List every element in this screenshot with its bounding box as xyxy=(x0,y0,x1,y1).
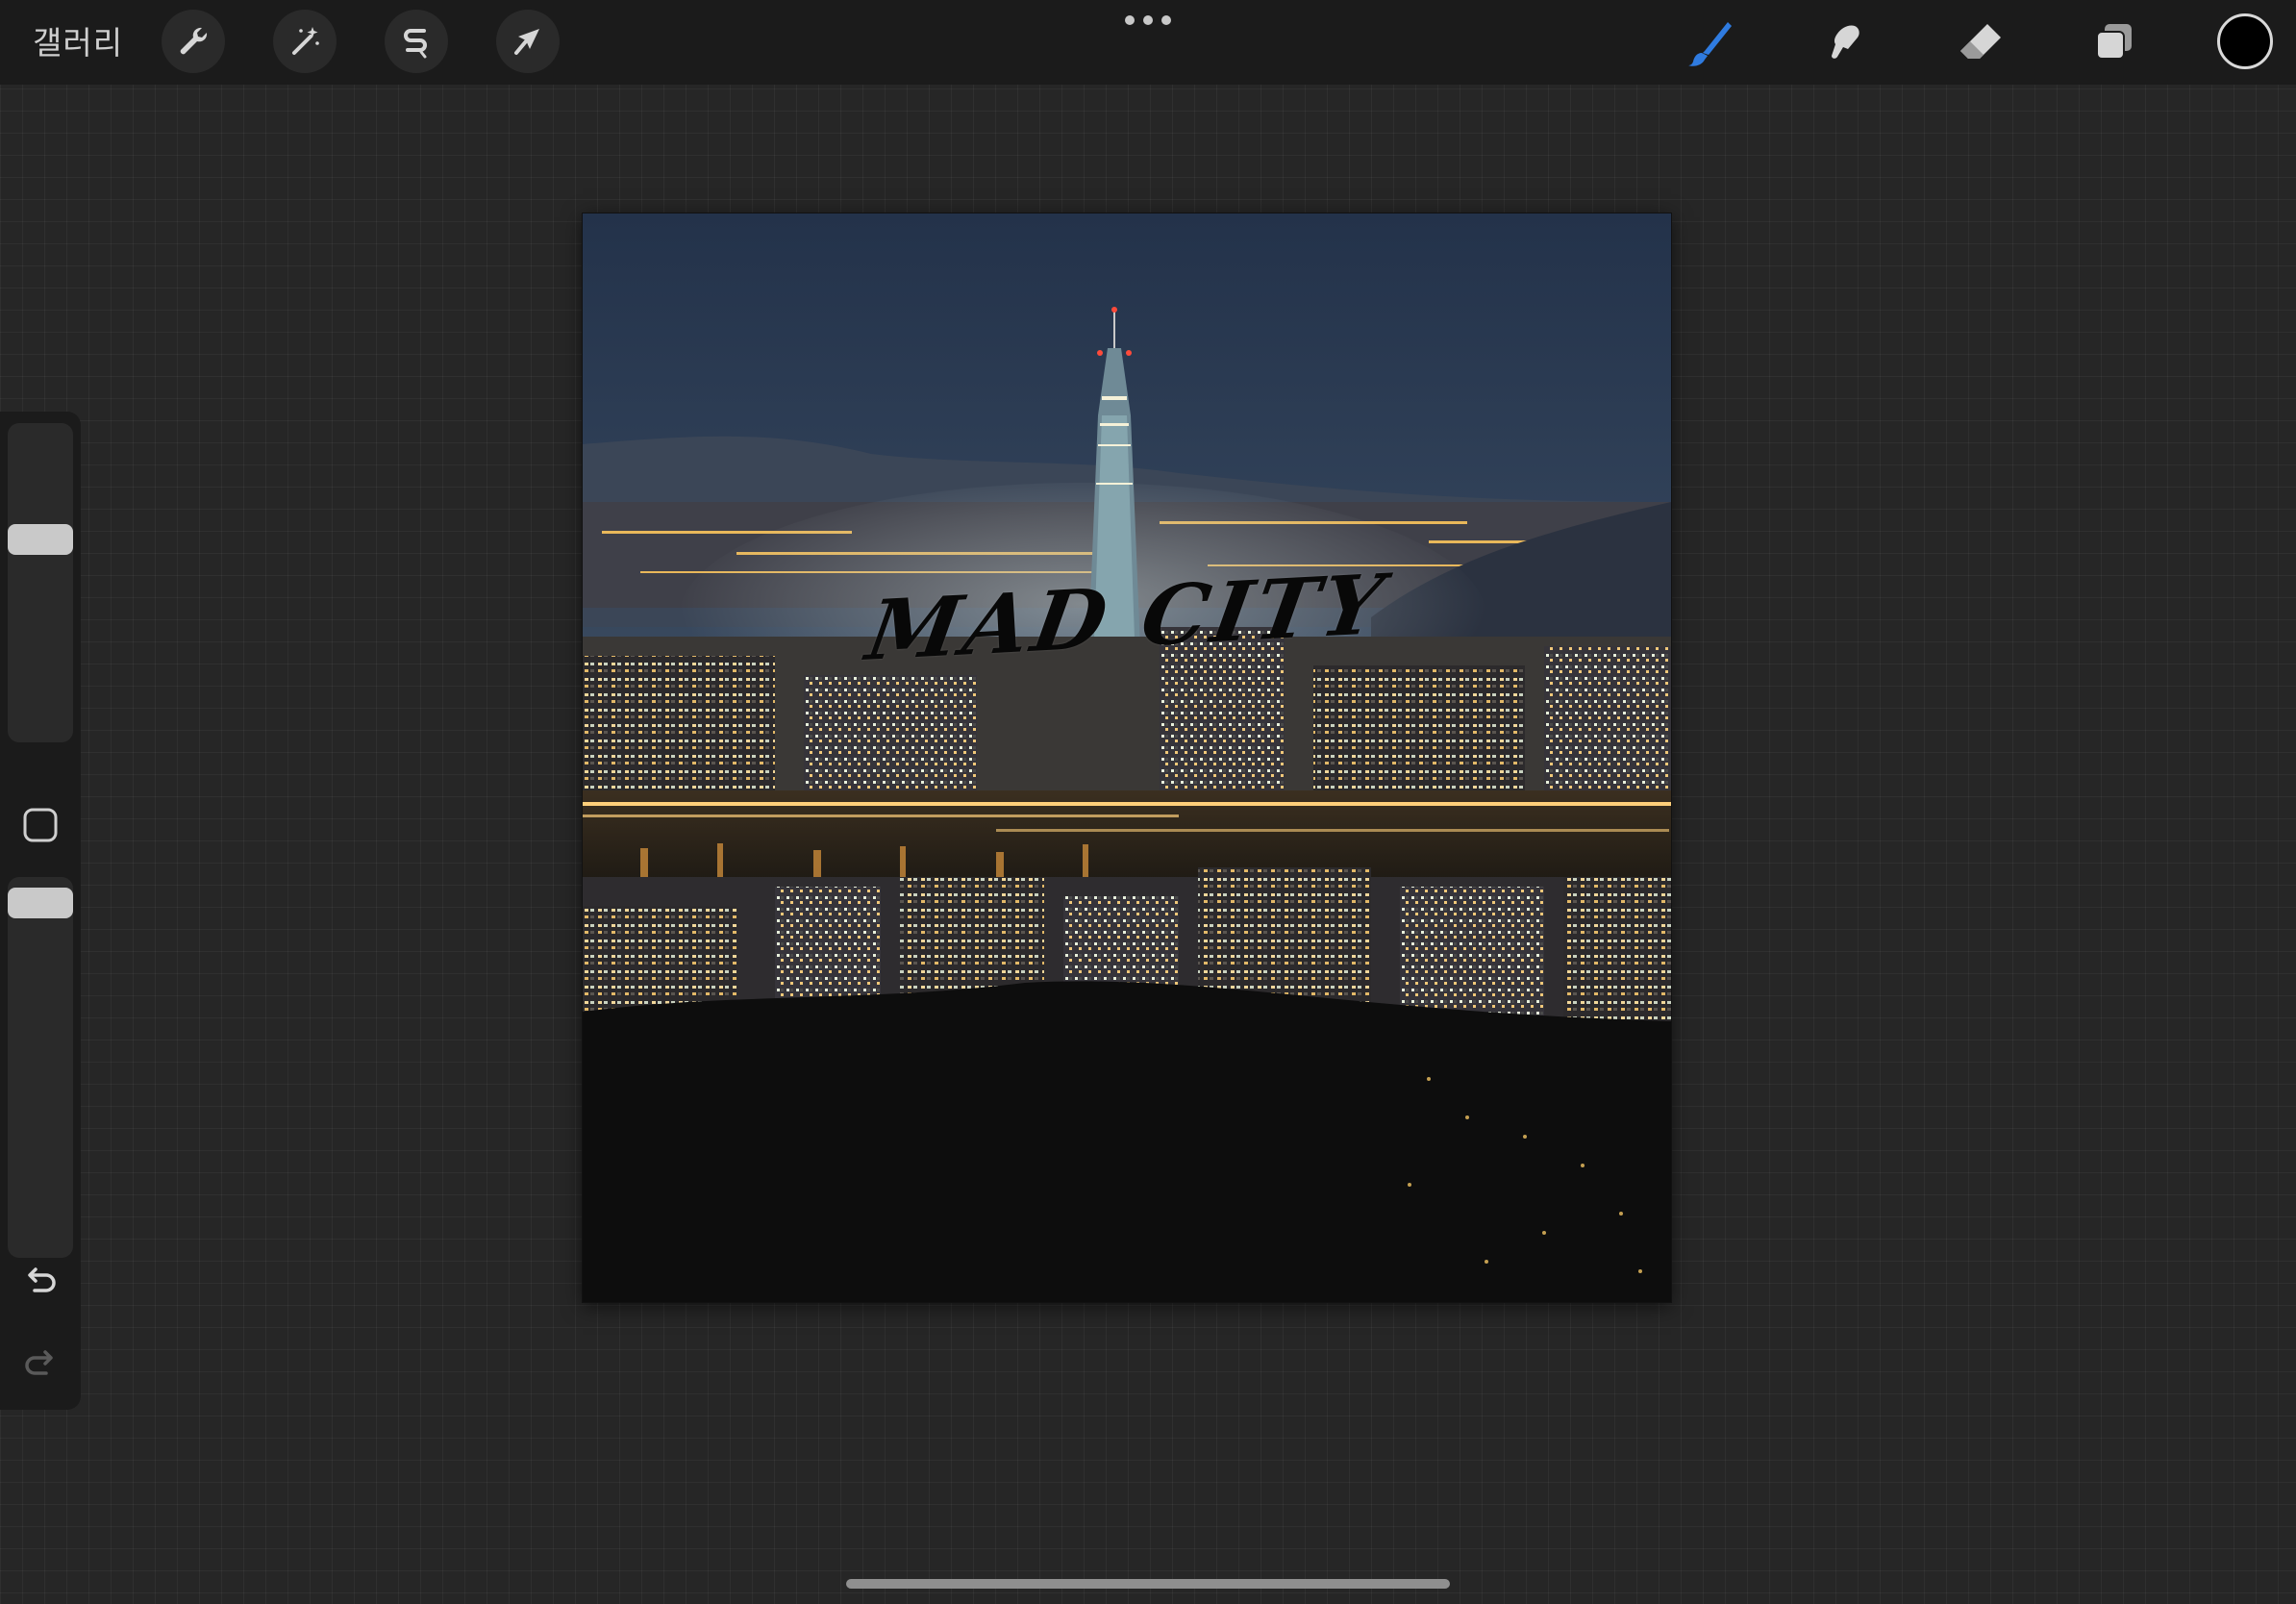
redo-icon xyxy=(25,1350,53,1375)
brush-icon xyxy=(1688,22,1732,66)
redo-button[interactable] xyxy=(17,1341,63,1387)
smudge-tool-button[interactable] xyxy=(1815,13,1875,73)
transform-arrow-icon xyxy=(514,29,539,55)
city-night-artwork xyxy=(583,213,1671,1302)
brush-tool-button[interactable] xyxy=(1681,13,1740,73)
undo-icon xyxy=(28,1267,56,1292)
magic-wand-icon xyxy=(292,27,319,55)
eraser-icon xyxy=(1960,24,2001,59)
more-options-icon[interactable] xyxy=(1125,15,1171,29)
left-sidebar xyxy=(0,412,81,1410)
artwork-canvas[interactable]: MAD CITY xyxy=(583,213,1671,1302)
gallery-button[interactable]: 갤러리 xyxy=(33,17,123,63)
transform-button[interactable] xyxy=(496,10,560,73)
brush-size-thumb[interactable] xyxy=(8,524,73,555)
home-indicator[interactable] xyxy=(846,1579,1450,1589)
layers-icon xyxy=(2096,24,2132,60)
eraser-tool-button[interactable] xyxy=(1950,13,2009,73)
adjustments-button[interactable] xyxy=(273,10,337,73)
modify-button[interactable] xyxy=(21,806,60,844)
wrench-icon xyxy=(180,27,208,55)
top-toolbar: 갤러리 xyxy=(0,0,2296,85)
layers-button[interactable] xyxy=(2084,13,2144,73)
brush-size-slider[interactable] xyxy=(8,423,73,742)
square-icon xyxy=(23,808,58,842)
smudge-icon xyxy=(1832,25,1859,59)
opacity-thumb[interactable] xyxy=(8,887,73,918)
undo-button[interactable] xyxy=(17,1258,63,1304)
actions-button[interactable] xyxy=(162,10,225,73)
selection-s-icon xyxy=(404,29,427,59)
opacity-slider[interactable] xyxy=(8,877,73,1258)
selection-button[interactable] xyxy=(385,10,448,73)
color-picker-button[interactable] xyxy=(2217,13,2273,69)
